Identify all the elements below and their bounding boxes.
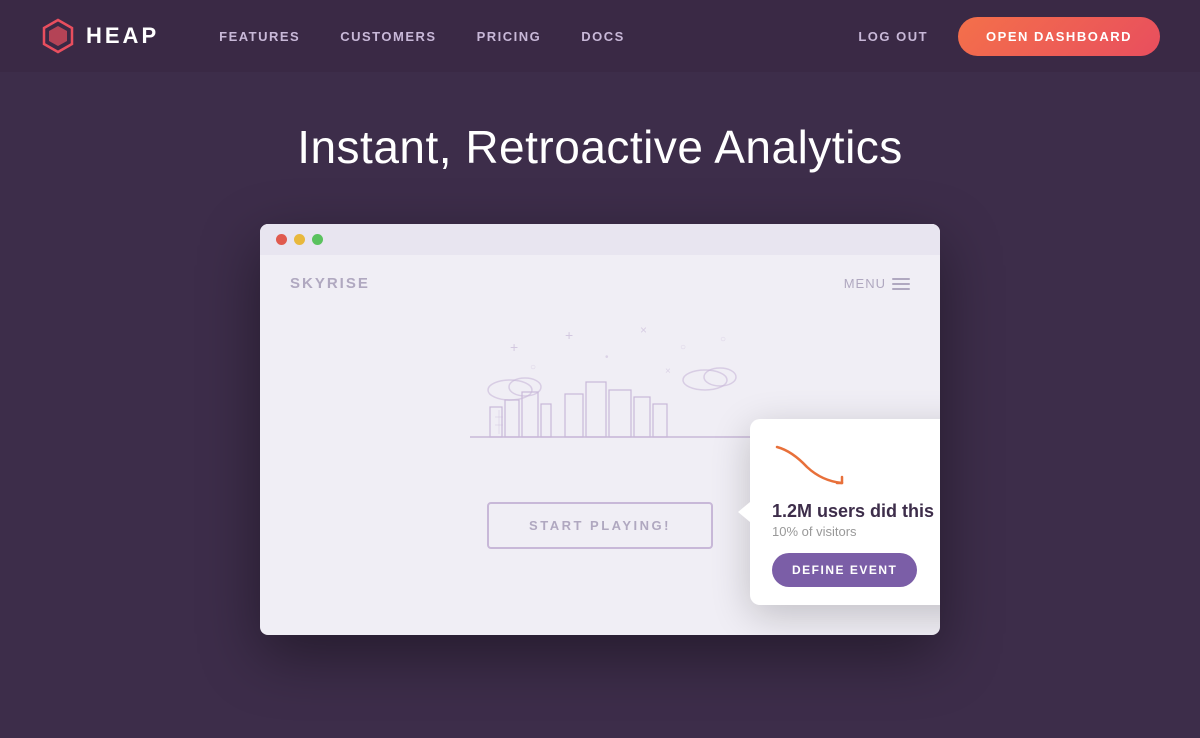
nav-features[interactable]: FEATURES (219, 29, 300, 44)
tooltip-card: 1.2M users did this 10% of visitors DEFI… (750, 419, 940, 605)
svg-text:×: × (665, 366, 671, 377)
tooltip-arrow (738, 502, 750, 522)
nav-links: FEATURES CUSTOMERS PRICING DOCS (219, 29, 858, 44)
hero-section: Instant, Retroactive Analytics SKYRISE M… (0, 72, 1200, 635)
svg-text:○: ○ (530, 362, 536, 373)
tooltip-chart (772, 439, 940, 489)
logo[interactable]: HEAP (40, 18, 159, 54)
chart-svg (772, 439, 852, 489)
svg-text:•: • (605, 352, 609, 363)
tooltip-stat: 1.2M users did this (772, 501, 940, 522)
nav-right: LOG OUT OPEN DASHBOARD (858, 17, 1160, 56)
hero-title: Instant, Retroactive Analytics (297, 120, 903, 174)
app-name-label: SKYRISE (290, 275, 370, 292)
svg-text:×: × (640, 323, 647, 337)
logo-text: HEAP (86, 23, 159, 49)
demo-container: SKYRISE MENU + + (260, 224, 940, 635)
start-playing-button[interactable]: START PLAYING! (487, 502, 713, 549)
browser-titlebar (260, 224, 940, 255)
svg-text:+: + (565, 327, 573, 343)
app-header: SKYRISE MENU (290, 275, 910, 292)
navbar: HEAP FEATURES CUSTOMERS PRICING DOCS LOG… (0, 0, 1200, 72)
window-maximize-dot (312, 234, 323, 245)
define-event-button[interactable]: DEFINE EVENT (772, 553, 917, 587)
nav-pricing[interactable]: PRICING (477, 29, 542, 44)
city-svg: + + × ○ ○ ○ • × (410, 322, 790, 462)
heap-logo-icon (40, 18, 76, 54)
window-close-dot (276, 234, 287, 245)
browser-window: SKYRISE MENU + + (260, 224, 940, 635)
menu-label: MENU (844, 276, 886, 291)
svg-text:○: ○ (680, 342, 686, 353)
svg-text:○: ○ (720, 334, 726, 345)
nav-customers[interactable]: CUSTOMERS (340, 29, 436, 44)
app-menu: MENU (844, 276, 910, 291)
logout-button[interactable]: LOG OUT (858, 29, 928, 44)
browser-content: SKYRISE MENU + + (260, 255, 940, 635)
svg-text:+: + (510, 339, 518, 355)
tooltip-sub: 10% of visitors (772, 524, 940, 539)
open-dashboard-button[interactable]: OPEN DASHBOARD (958, 17, 1160, 56)
window-minimize-dot (294, 234, 305, 245)
menu-icon (892, 278, 910, 290)
nav-docs[interactable]: DOCS (581, 29, 625, 44)
